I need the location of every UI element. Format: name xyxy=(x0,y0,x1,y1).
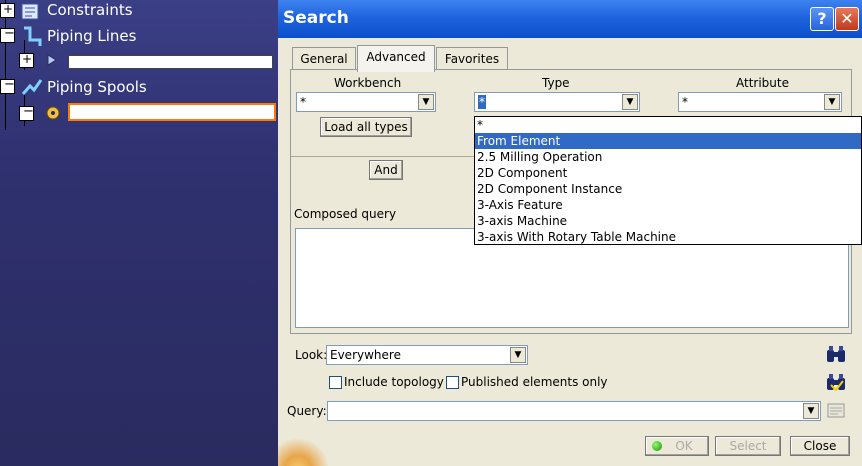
select-binoculars-icon[interactable] xyxy=(825,371,847,393)
tree-item-piping-lines[interactable]: Piping Lines xyxy=(47,27,136,45)
collapse-toggle[interactable]: − xyxy=(19,104,34,121)
type-option[interactable]: 3-Axis Feature xyxy=(475,197,861,213)
attribute-combo[interactable]: * ▼ xyxy=(678,92,842,112)
piping-spools-icon xyxy=(21,79,43,95)
select-button[interactable]: Select xyxy=(715,436,781,456)
type-option-selected[interactable]: From Element xyxy=(475,133,861,149)
look-label: Look: xyxy=(295,348,328,362)
constraints-icon xyxy=(21,3,39,20)
tree-item-piping-spools[interactable]: Piping Spools xyxy=(47,78,147,96)
published-only-label: Published elements only xyxy=(461,375,608,389)
tree-item-constraints[interactable]: Constraints xyxy=(47,1,133,19)
expand-toggle[interactable]: + xyxy=(19,52,34,68)
and-button[interactable]: And xyxy=(369,160,403,180)
type-label: Type xyxy=(542,76,570,90)
type-dropdown-list[interactable]: * From Element 2.5 Milling Operation 2D … xyxy=(474,116,862,245)
type-combo[interactable]: * ▼ xyxy=(474,92,640,112)
search-binoculars-icon[interactable] xyxy=(825,343,847,365)
look-combo[interactable]: Everywhere ▼ xyxy=(326,345,528,365)
type-option[interactable]: 2.5 Milling Operation xyxy=(475,149,861,165)
type-option[interactable]: 2D Component Instance xyxy=(475,181,861,197)
collapse-toggle[interactable]: − xyxy=(0,26,15,43)
chevron-down-icon[interactable]: ▼ xyxy=(510,347,526,363)
close-window-button[interactable]: ✕ xyxy=(835,7,859,31)
composed-query-label: Composed query xyxy=(294,207,397,221)
corner-glow xyxy=(278,436,328,466)
include-topology-checkbox[interactable] xyxy=(329,376,342,389)
line-instance-icon xyxy=(47,54,57,66)
chevron-down-icon[interactable]: ▼ xyxy=(803,403,819,419)
published-only-checkbox[interactable] xyxy=(446,376,459,389)
green-status-icon xyxy=(652,441,662,451)
tab-favorites[interactable]: Favorites xyxy=(436,47,508,70)
query-label: Query: xyxy=(287,404,327,418)
expand-toggle[interactable]: + xyxy=(0,2,15,18)
collapse-toggle[interactable]: − xyxy=(0,77,15,94)
chevron-down-icon[interactable]: ▼ xyxy=(622,94,638,110)
tree-line xyxy=(5,0,6,130)
attribute-label: Attribute xyxy=(736,76,789,90)
tab-advanced[interactable]: Advanced xyxy=(357,45,435,72)
spool-rename-field[interactable] xyxy=(68,103,276,121)
type-option[interactable]: 3-axis Machine xyxy=(475,213,861,229)
tab-general[interactable]: General xyxy=(292,47,356,70)
favorite-query-icon[interactable] xyxy=(825,399,847,421)
title-bar: Search ? ✕ xyxy=(278,0,862,38)
chevron-down-icon[interactable]: ▼ xyxy=(418,94,434,110)
workbench-combo[interactable]: * ▼ xyxy=(296,92,436,112)
type-option[interactable]: * xyxy=(475,117,861,133)
type-option[interactable]: 2D Component xyxy=(475,165,861,181)
load-all-types-button[interactable]: Load all types xyxy=(320,117,412,137)
chevron-down-icon[interactable]: ▼ xyxy=(824,94,840,110)
piping-line-rename-field[interactable] xyxy=(68,55,273,69)
close-button[interactable]: Close xyxy=(790,436,850,456)
include-topology-label: Include topology xyxy=(344,375,444,389)
dialog-title: Search xyxy=(283,8,349,28)
ok-button[interactable]: OK xyxy=(645,436,709,456)
help-button[interactable]: ? xyxy=(810,7,834,31)
specification-tree: + Constraints − Piping Lines + − Piping … xyxy=(0,0,280,466)
query-combo[interactable]: ▼ xyxy=(327,401,821,421)
spool-gear-icon xyxy=(46,106,60,120)
piping-lines-icon xyxy=(24,26,42,46)
workbench-label: Workbench xyxy=(334,76,402,90)
type-option[interactable]: 3-axis With Rotary Table Machine xyxy=(475,229,861,245)
